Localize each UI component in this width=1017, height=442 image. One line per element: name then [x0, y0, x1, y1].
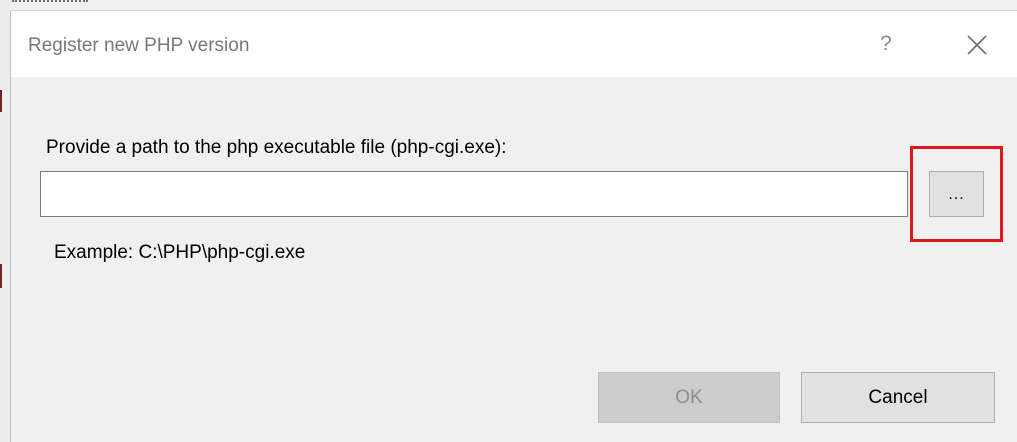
dialog-titlebar[interactable]: Register new PHP version ? — [11, 11, 1017, 77]
close-button[interactable] — [957, 25, 997, 65]
cancel-button[interactable]: Cancel — [801, 372, 995, 423]
close-icon — [967, 35, 987, 55]
path-prompt-label: Provide a path to the php executable fil… — [46, 137, 507, 158]
php-path-input[interactable] — [40, 171, 908, 217]
cancel-button-label: Cancel — [868, 386, 928, 408]
screen: Register new PHP version ? Provide a pat… — [0, 0, 1017, 442]
path-example-text: Example: C:\PHP\php-cgi.exe — [54, 242, 306, 263]
ok-button[interactable]: OK — [598, 372, 780, 423]
browse-button-label: ... — [948, 186, 965, 203]
dialog-title: Register new PHP version — [28, 35, 250, 56]
background-window-edge — [0, 0, 10, 442]
ok-button-label: OK — [675, 386, 703, 408]
background-window-marker — [0, 90, 2, 112]
register-php-dialog: Register new PHP version ? Provide a pat… — [10, 10, 1017, 442]
help-button[interactable]: ? — [861, 23, 911, 65]
background-window-text-fragment — [12, 0, 88, 6]
question-mark-icon: ? — [880, 32, 892, 55]
browse-button[interactable]: ... — [929, 171, 984, 217]
background-window-marker — [0, 264, 2, 288]
